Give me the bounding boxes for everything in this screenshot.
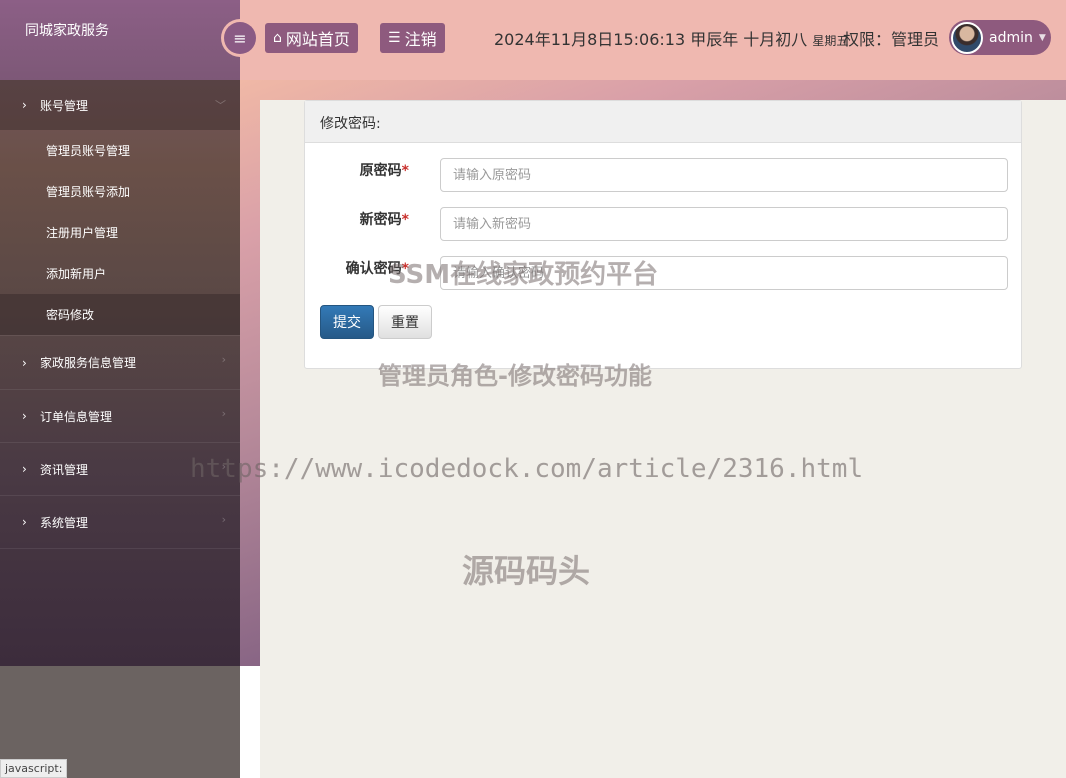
- menu-group-orders: › 订单信息管理 ›: [0, 390, 240, 443]
- topbar: ⌂ 网站首页 ☰ 注销 2024年11月8日15:06:13 甲辰年 十月初八 …: [240, 0, 1066, 80]
- sidebar-item-user-add[interactable]: 添加新用户: [0, 253, 240, 294]
- menu-group-system: › 系统管理 ›: [0, 496, 240, 549]
- menu-news-label: 资讯管理: [40, 462, 89, 477]
- menu-account[interactable]: › 账号管理 ﹀: [0, 80, 240, 130]
- background-lower: [240, 666, 260, 778]
- confirm-password-input[interactable]: [440, 256, 1008, 290]
- chevron-right-icon: ›: [22, 515, 27, 529]
- reset-button[interactable]: 重置: [378, 305, 432, 339]
- sidebar: 同城家政服务 › 账号管理 ﹀ 管理员账号管理 管理员账号添加 注册用户管理 添…: [0, 0, 240, 666]
- menu-orders[interactable]: › 订单信息管理 ›: [0, 390, 240, 442]
- form-row-old-password: 原密码*: [305, 158, 1021, 192]
- menu-system[interactable]: › 系统管理 ›: [0, 496, 240, 548]
- menu-service[interactable]: › 家政服务信息管理 ›: [0, 336, 240, 389]
- old-password-input[interactable]: [440, 158, 1008, 192]
- sidebar-toggle-button[interactable]: ≡: [224, 22, 256, 54]
- form-row-new-password: 新密码*: [305, 207, 1021, 241]
- menu-lines-icon: ☰: [388, 30, 401, 46]
- chevron-right-small-icon: ›: [221, 460, 226, 473]
- chevron-right-icon: ›: [22, 409, 27, 423]
- sidebar-item-admin-add[interactable]: 管理员账号添加: [0, 171, 240, 212]
- panel-title: 修改密码:: [305, 101, 1021, 143]
- confirm-password-label: 确认密码*: [345, 261, 409, 277]
- home-button[interactable]: ⌂ 网站首页: [265, 23, 358, 53]
- sidebar-item-admin-manage[interactable]: 管理员账号管理: [0, 130, 240, 171]
- home-label: 网站首页: [285, 30, 350, 49]
- role-text: 权限：管理员: [843, 30, 940, 49]
- browser-status-bar: javascript:: [0, 759, 68, 778]
- menu-account-label: 账号管理: [40, 98, 89, 113]
- new-password-input[interactable]: [440, 207, 1008, 241]
- sidebar-item-user-manage[interactable]: 注册用户管理: [0, 212, 240, 253]
- logout-button[interactable]: ☰ 注销: [380, 23, 445, 53]
- menu-service-label: 家政服务信息管理: [40, 356, 137, 370]
- home-icon: ⌂: [273, 30, 282, 46]
- chevron-right-icon: ›: [22, 98, 27, 112]
- change-password-panel: 修改密码: 原密码* 新密码* 确认密码* 提交 重置: [304, 100, 1022, 369]
- datetime-display: 2024年11月8日15:06:13 甲辰年 十月初八 星期五: [494, 26, 848, 50]
- user-menu[interactable]: admin ▼: [949, 20, 1051, 55]
- chevron-right-small-icon: ›: [221, 353, 226, 366]
- main-content: 修改密码: 原密码* 新密码* 确认密码* 提交 重置: [260, 100, 1066, 778]
- menu-system-label: 系统管理: [40, 515, 89, 530]
- avatar: [951, 21, 983, 54]
- menu-orders-label: 订单信息管理: [40, 409, 113, 424]
- chevron-right-icon: ›: [22, 462, 27, 476]
- chevron-right-small-icon: ›: [221, 407, 226, 420]
- chevron-down-icon: ﹀: [215, 99, 226, 112]
- menu-group-service: › 家政服务信息管理 ›: [0, 336, 240, 390]
- hamburger-icon: ≡: [233, 28, 247, 48]
- old-password-label: 原密码*: [359, 163, 409, 179]
- date-text: 2024年11月8日15:06:13 甲辰年 十月初八: [494, 30, 808, 49]
- brand-title: 同城家政服务: [0, 0, 240, 80]
- form-row-confirm-password: 确认密码*: [305, 256, 1021, 290]
- new-password-label: 新密码*: [359, 212, 409, 228]
- chevron-right-icon: ›: [22, 355, 27, 370]
- menu-group-news: › 资讯管理 ›: [0, 443, 240, 496]
- logout-label: 注销: [404, 30, 437, 49]
- sidebar-item-password[interactable]: 密码修改: [0, 294, 240, 335]
- username: admin: [989, 29, 1033, 46]
- chevron-right-small-icon: ›: [221, 513, 226, 526]
- menu-news[interactable]: › 资讯管理 ›: [0, 443, 240, 495]
- submit-button[interactable]: 提交: [320, 305, 374, 339]
- menu-group-account: › 账号管理 ﹀ 管理员账号管理 管理员账号添加 注册用户管理 添加新用户 密码…: [0, 80, 240, 336]
- caret-down-icon: ▼: [1038, 32, 1046, 43]
